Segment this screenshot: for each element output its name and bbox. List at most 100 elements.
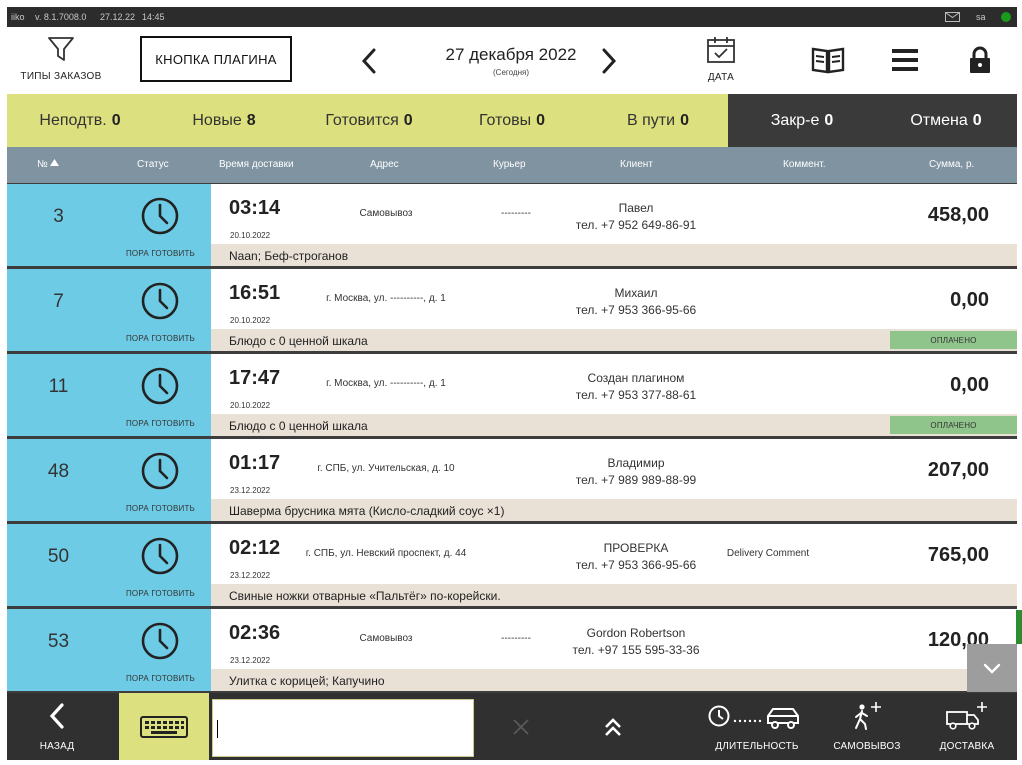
- order-courier: ---------: [501, 633, 531, 644]
- app-window: iiko v. 8.1.7008.0 27.12.22 14:45 sa ТИП…: [0, 0, 1022, 765]
- order-items-bar: Naan; Беф-строганов: [211, 244, 1017, 266]
- walker-plus-icon: [855, 702, 881, 730]
- order-client: Создан плагином тел. +7 953 377-88-61: [551, 370, 721, 405]
- tab-label: В пути: [627, 111, 676, 129]
- back-label: НАЗАД: [39, 741, 75, 752]
- order-number: 53: [47, 631, 70, 652]
- tab-on-the-way[interactable]: В пути 0: [603, 94, 713, 147]
- order-status: ПОРА ГОТОВИТЬ: [125, 334, 195, 343]
- tab-label: Неподтв.: [39, 111, 107, 129]
- col-number[interactable]: №: [37, 159, 59, 170]
- order-status: ПОРА ГОТОВИТЬ: [125, 249, 195, 258]
- order-client: Владимир тел. +7 989 989-88-99: [551, 455, 721, 490]
- pickup-button[interactable]: САМОВЫВОЗ: [827, 693, 907, 760]
- book-icon[interactable]: [811, 46, 845, 74]
- lock-icon[interactable]: [969, 46, 991, 74]
- bottom-bar: НАЗАД ДЛИТЕЛЬНОСТЬ САМОВЫВОЗ ДОСТАВКА: [7, 693, 1017, 760]
- order-types-button[interactable]: ТИПЫ ЗАКАЗОВ: [13, 35, 109, 87]
- order-status: ПОРА ГОТОВИТЬ: [125, 589, 195, 598]
- tab-count: 0: [111, 111, 121, 129]
- tab-closed[interactable]: Закр-е 0: [747, 94, 857, 147]
- app-version: v. 8.1.7008.0: [35, 12, 87, 22]
- next-date-icon[interactable]: [600, 48, 618, 74]
- order-number-cell: 53: [7, 609, 110, 691]
- order-address: Самовывоз: [359, 633, 413, 644]
- order-items-bar: Улитка с корицей; Капучино: [211, 669, 1017, 691]
- filter-icon: [48, 37, 74, 61]
- duration-label: ДЛИТЕЛЬНОСТЬ: [715, 741, 799, 752]
- tab-new[interactable]: Новые 8: [169, 94, 279, 147]
- client-name: Павел: [618, 201, 654, 215]
- client-name: Михаил: [614, 286, 658, 300]
- duration-button[interactable]: ДЛИТЕЛЬНОСТЬ: [707, 693, 807, 760]
- order-row[interactable]: 11 ПОРА ГОТОВИТЬ 17:47 20.10.2022 г. Мос…: [7, 354, 1017, 436]
- tab-count: 0: [972, 111, 982, 129]
- col-comment[interactable]: Коммент.: [783, 159, 825, 170]
- order-time: 16:51: [229, 282, 281, 304]
- tab-count: 8: [246, 111, 256, 129]
- order-items-bar: Свиные ножки отварные «Пальтёг» по-корей…: [211, 584, 1017, 606]
- tab-label: Готовы: [478, 111, 532, 129]
- order-row[interactable]: 50 ПОРА ГОТОВИТЬ 02:12 23.12.2022 г. СПБ…: [7, 524, 1017, 606]
- order-number: 7: [53, 291, 64, 312]
- client-phone: тел. +7 953 366-95-66: [575, 558, 697, 573]
- plugin-button[interactable]: КНОПКА ПЛАГИНА: [140, 36, 292, 82]
- delivery-button[interactable]: ДОСТАВКА: [927, 693, 1007, 760]
- menu-icon[interactable]: [891, 48, 919, 72]
- order-date: 20.10.2022: [230, 231, 271, 240]
- tab-ready[interactable]: Готовы 0: [457, 94, 567, 147]
- order-status-cell: ПОРА ГОТОВИТЬ: [110, 439, 211, 521]
- close-icon[interactable]: [512, 718, 530, 736]
- orders-list[interactable]: 3 ПОРА ГОТОВИТЬ 03:14 20.10.2022 Самовыв…: [7, 183, 1017, 693]
- title-bar: iiko v. 8.1.7008.0 27.12.22 14:45 sa: [7, 7, 1017, 27]
- order-status: ПОРА ГОТОВИТЬ: [125, 504, 195, 513]
- order-row[interactable]: 48 ПОРА ГОТОВИТЬ 01:17 23.12.2022 г. СПБ…: [7, 439, 1017, 521]
- col-courier[interactable]: Курьер: [493, 159, 526, 170]
- col-delivery-time[interactable]: Время доставки: [219, 159, 294, 170]
- tab-unconfirmed[interactable]: Неподтв. 0: [25, 94, 135, 147]
- date-button-label: ДАТА: [707, 72, 735, 83]
- order-details: 17:47 20.10.2022 г. Москва, ул. --------…: [211, 354, 1017, 414]
- paid-badge: ОПЛАЧЕНО: [890, 416, 1017, 434]
- keyboard-button[interactable]: [119, 693, 209, 760]
- current-date-sub: (Сегодня): [493, 68, 529, 77]
- calendar-icon: [707, 37, 735, 63]
- order-row[interactable]: 7 ПОРА ГОТОВИТЬ 16:51 20.10.2022 г. Моск…: [7, 269, 1017, 351]
- tab-cooking[interactable]: Готовится 0: [309, 94, 429, 147]
- client-phone: тел. +7 989 989-88-99: [575, 473, 697, 488]
- order-status-cell: ПОРА ГОТОВИТЬ: [110, 609, 211, 691]
- order-address: г. СПБ, ул. Невский проспект, д. 44: [305, 548, 467, 559]
- order-row[interactable]: 53 ПОРА ГОТОВИТЬ 02:36 23.12.2022 Самовы…: [7, 609, 1017, 691]
- clock-icon: [141, 537, 179, 575]
- order-row[interactable]: 3 ПОРА ГОТОВИТЬ 03:14 20.10.2022 Самовыв…: [7, 184, 1017, 266]
- clock-icon: [141, 197, 179, 235]
- col-address[interactable]: Адрес: [370, 159, 399, 170]
- search-input[interactable]: [212, 699, 474, 757]
- order-address: г. СПБ, ул. Учительская, д. 10: [317, 463, 455, 474]
- order-date: 20.10.2022: [230, 316, 271, 325]
- order-details: 03:14 20.10.2022 Самовывоз --------- Пав…: [211, 184, 1017, 244]
- order-number-cell: 48: [7, 439, 110, 521]
- order-status-cell: ПОРА ГОТОВИТЬ: [110, 354, 211, 436]
- col-sum[interactable]: Сумма, р.: [929, 159, 974, 170]
- back-button[interactable]: НАЗАД: [19, 693, 95, 760]
- tab-cancelled[interactable]: Отмена 0: [891, 94, 1001, 147]
- col-client[interactable]: Клиент: [620, 159, 653, 170]
- order-number: 3: [53, 206, 64, 227]
- order-details: 02:36 23.12.2022 Самовывоз --------- Gor…: [211, 609, 1017, 669]
- window-frame-bottom: [0, 760, 1022, 765]
- order-date: 23.12.2022: [230, 656, 271, 665]
- tab-label: Новые: [192, 111, 242, 129]
- prev-date-icon[interactable]: [360, 48, 378, 74]
- order-items: Naan; Беф-строганов: [229, 249, 349, 263]
- tab-count: 0: [403, 111, 413, 129]
- double-chevron-up-icon[interactable]: [603, 716, 623, 738]
- order-items: Блюдо с 0 ценной шкала: [229, 334, 368, 348]
- mail-icon[interactable]: [945, 12, 960, 22]
- tab-label: Отмена: [910, 111, 968, 129]
- order-time: 03:14: [229, 197, 281, 219]
- date-button[interactable]: ДАТА: [695, 36, 747, 88]
- scroll-down-button[interactable]: [967, 644, 1017, 692]
- clock-icon: [141, 282, 179, 320]
- col-status[interactable]: Статус: [137, 159, 169, 170]
